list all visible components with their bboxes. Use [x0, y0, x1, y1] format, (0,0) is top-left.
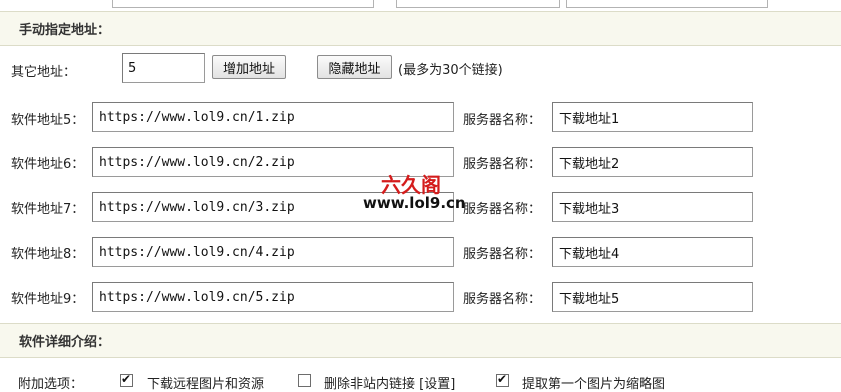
extract-thumbnail-label: 提取第一个图片为缩略图	[522, 377, 666, 392]
server-name-input[interactable]	[552, 282, 753, 312]
hide-address-button[interactable]: 隐藏地址	[317, 55, 392, 79]
section-title: 手动指定地址：	[19, 23, 111, 38]
software-address-label: 软件地址5：	[11, 113, 85, 128]
server-name-input[interactable]	[552, 237, 753, 267]
server-name-input[interactable]	[552, 147, 753, 177]
software-address-label: 软件地址7：	[11, 202, 85, 217]
software-address-label: 软件地址8：	[11, 247, 85, 262]
remove-links-checkbox[interactable]	[298, 374, 311, 387]
software-url-input[interactable]	[92, 102, 454, 132]
server-name-label: 服务器名称：	[463, 157, 542, 172]
manual-address-header: 手动指定地址：	[0, 11, 841, 46]
remove-links-label: 删除非站内链接 [设置]	[324, 377, 456, 392]
other-address-label: 其它地址：	[11, 65, 77, 80]
top-input-2[interactable]	[396, 0, 560, 8]
software-address-label: 软件地址6：	[11, 157, 85, 172]
extra-options-label: 附加选项：	[18, 377, 84, 392]
top-input-3[interactable]	[566, 0, 768, 8]
server-name-label: 服务器名称：	[463, 292, 542, 307]
section-title: 软件详细介绍：	[19, 335, 111, 350]
server-name-input[interactable]	[552, 192, 753, 222]
server-name-label: 服务器名称：	[463, 247, 542, 262]
server-name-label: 服务器名称：	[463, 202, 542, 217]
download-remote-label: 下载远程图片和资源	[147, 377, 265, 392]
server-name-label: 服务器名称：	[463, 113, 542, 128]
software-url-input[interactable]	[92, 237, 454, 267]
add-address-button[interactable]: 增加地址	[212, 55, 286, 79]
software-address-label: 软件地址9：	[11, 292, 85, 307]
max-links-note: (最多为30个链接)	[398, 63, 503, 78]
watermark-url: www.lol9.cn	[363, 194, 466, 212]
software-detail-header: 软件详细介绍：	[0, 323, 841, 358]
address-count-input[interactable]	[122, 53, 205, 83]
extract-thumbnail-checkbox[interactable]	[496, 372, 509, 387]
server-name-input[interactable]	[552, 102, 753, 132]
top-input-1[interactable]	[112, 0, 374, 8]
download-remote-checkbox[interactable]	[120, 372, 133, 387]
software-url-input[interactable]	[92, 282, 454, 312]
